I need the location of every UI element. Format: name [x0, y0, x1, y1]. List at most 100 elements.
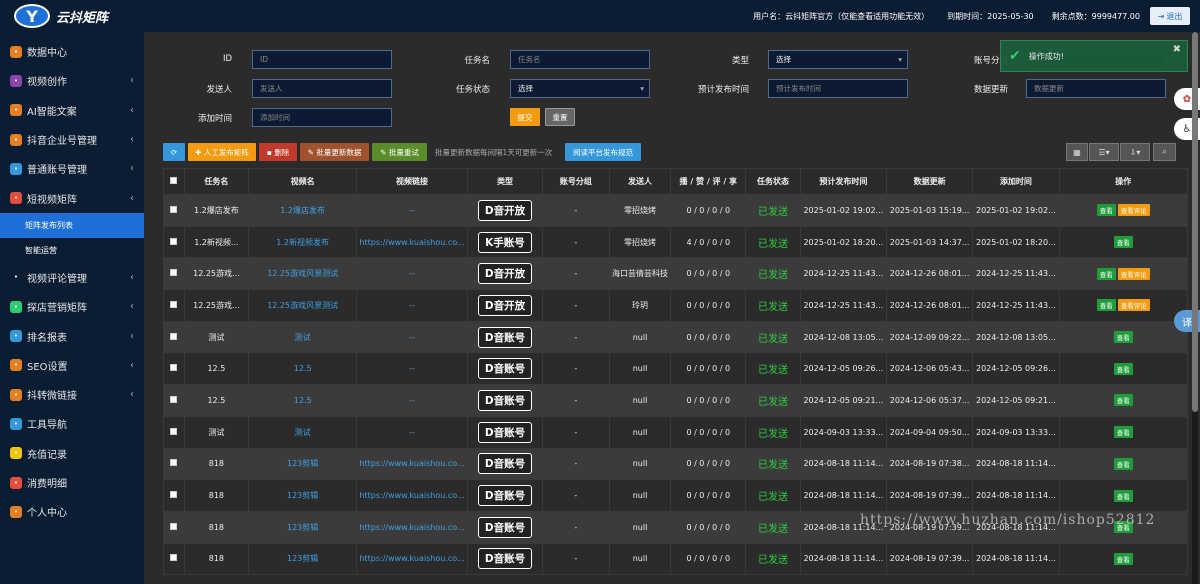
video-name-link[interactable]: 1.2爆店发布: [280, 206, 325, 215]
row-checkbox[interactable]: [170, 459, 178, 467]
video-name-link[interactable]: 测试: [295, 428, 311, 437]
sidebar-item-consume[interactable]: • 消费明细: [0, 468, 144, 497]
view-button[interactable]: 查看: [1113, 331, 1133, 344]
sidebar-item-matrix[interactable]: • 短视频矩阵 ‹: [0, 183, 144, 212]
page-scrollbar[interactable]: [1192, 32, 1198, 584]
sidebar-item-ai[interactable]: • AI智能文案 ‹: [0, 96, 144, 125]
sidebar-item-dashboard[interactable]: • 数据中心: [0, 37, 144, 66]
export-button[interactable]: ⇩▾: [1120, 143, 1150, 161]
video-link[interactable]: --: [409, 269, 415, 278]
row-checkbox[interactable]: [170, 332, 178, 340]
video-link[interactable]: https://www.kuaishou.co...: [359, 459, 464, 468]
sidebar-item-recharge[interactable]: • 充值记录: [0, 439, 144, 468]
sidebar-item-report[interactable]: • 排名报表 ‹: [0, 321, 144, 350]
video-link[interactable]: https://www.kuaishou.co...: [359, 238, 464, 247]
table-row[interactable]: 818 123剪辑 https://www.kuaishou.co... D音账号 - n…: [163, 542, 1188, 576]
row-checkbox[interactable]: [170, 491, 178, 499]
table-row[interactable]: 12.5 12.5 -- D音账号 - null 0 / 0 / 0 / 0 已发送 2024-…: [163, 352, 1188, 386]
video-link[interactable]: --: [409, 396, 415, 405]
sidebar-item-seo[interactable]: • SEO设置 ‹: [0, 351, 144, 380]
row-checkbox[interactable]: [170, 554, 178, 562]
table-row[interactable]: 818 123剪辑 https://www.kuaishou.co... D音账号 - n…: [163, 479, 1188, 512]
sidebar-subitem[interactable]: 智能运营: [0, 238, 144, 263]
row-checkbox[interactable]: [170, 205, 178, 213]
row-checkbox[interactable]: [170, 395, 178, 403]
view-comments-button[interactable]: 查看评论: [1117, 267, 1150, 280]
plan-time-input[interactable]: 预计发布时间: [768, 79, 908, 98]
data-update-input[interactable]: 数据更新: [1026, 79, 1166, 98]
row-checkbox[interactable]: [170, 427, 178, 435]
sidebar-item-comment[interactable]: • 视频评论管理 ‹: [0, 263, 144, 292]
batch-update-button[interactable]: ✎ 批量更新数据: [300, 143, 369, 161]
row-checkbox[interactable]: [170, 300, 178, 308]
checkbox-icon[interactable]: [170, 177, 178, 184]
reset-button[interactable]: 重置: [545, 108, 575, 126]
video-name-link[interactable]: 123剪辑: [287, 523, 318, 532]
video-link[interactable]: https://www.kuaishou.co...: [359, 523, 464, 532]
video-link[interactable]: https://www.kuaishou.co...: [359, 554, 464, 563]
view-button[interactable]: 查看: [1096, 299, 1116, 312]
sidebar-item-store[interactable]: • 探店营销矩阵 ‹: [0, 292, 144, 321]
sidebar-item-tool[interactable]: • 工具导航: [0, 409, 144, 438]
select-all-checkbox[interactable]: [163, 168, 185, 195]
task-name-input[interactable]: 任务名: [510, 50, 650, 69]
video-name-link[interactable]: 123剪辑: [287, 554, 318, 563]
sidebar-item-link[interactable]: • 抖转微链接 ‹: [0, 380, 144, 409]
table-row[interactable]: 818 123剪辑 https://www.kuaishou.co... D音账号 - n…: [163, 447, 1188, 481]
columns-button[interactable]: ☰▾: [1089, 143, 1119, 161]
video-name-link[interactable]: 测试: [295, 333, 311, 342]
view-button[interactable]: 查看: [1113, 426, 1133, 439]
video-link[interactable]: --: [409, 428, 415, 437]
sidebar-item-user[interactable]: • 个人中心: [0, 497, 144, 526]
row-checkbox[interactable]: [170, 237, 178, 245]
scrollbar-thumb[interactable]: [1192, 32, 1198, 412]
video-name-link[interactable]: 12.5: [294, 364, 312, 373]
row-checkbox[interactable]: [170, 364, 178, 372]
sidebar-item-account[interactable]: • 普通账号管理 ‹: [0, 154, 144, 183]
submit-button[interactable]: 提交: [510, 108, 540, 126]
brand-logo[interactable]: Y 云抖矩阵: [0, 4, 145, 28]
close-icon[interactable]: ✖: [1173, 44, 1181, 55]
video-link[interactable]: --: [409, 364, 415, 373]
add-time-input[interactable]: 添加时间: [252, 108, 392, 127]
view-button[interactable]: 查看: [1113, 457, 1133, 470]
table-row[interactable]: 测试 测试 -- D音账号 - null 0 / 0 / 0 / 0 已发送 2024-09-0…: [163, 415, 1188, 449]
table-row[interactable]: 12.25游戏... 12.25游戏风景测试 -- D音开放 - 海口芸倩芸科技 0 / 0…: [163, 257, 1188, 291]
sidebar-item-enterprise[interactable]: • 抖音企业号管理 ‹: [0, 125, 144, 154]
type-select[interactable]: 选择: [768, 50, 908, 69]
video-name-link[interactable]: 123剪辑: [287, 491, 318, 500]
table-row[interactable]: 1.2新视频... 1.2新视频发布 https://www.kuaishou.co…: [163, 225, 1188, 259]
video-link[interactable]: --: [409, 206, 415, 215]
row-checkbox[interactable]: [170, 522, 178, 530]
view-comments-button[interactable]: 查看评论: [1117, 299, 1150, 312]
delete-button[interactable]: ▪ 删除: [259, 143, 297, 161]
view-button[interactable]: 查看: [1113, 552, 1133, 565]
sidebar-item-video[interactable]: • 视频创作 ‹: [0, 66, 144, 95]
view-button[interactable]: 查看: [1113, 489, 1133, 502]
manual-publish-button[interactable]: ✚ 人工发布矩阵: [188, 143, 256, 161]
view-comments-button[interactable]: 查看评论: [1117, 204, 1150, 217]
view-button[interactable]: 查看: [1096, 267, 1116, 280]
sender-input[interactable]: 发送人: [252, 79, 392, 98]
video-link[interactable]: --: [409, 301, 415, 310]
table-row[interactable]: 12.5 12.5 -- D音账号 - null 0 / 0 / 0 / 0 已发送 2024-…: [163, 384, 1188, 417]
read-rules-button[interactable]: 阅读平台发布规范: [565, 143, 641, 161]
video-name-link[interactable]: 12.25游戏风景测试: [267, 301, 338, 310]
video-link[interactable]: https://www.kuaishou.co...: [359, 491, 464, 500]
video-name-link[interactable]: 12.5: [294, 396, 312, 405]
table-row[interactable]: 测试 测试 -- D音账号 - null 0 / 0 / 0 / 0 已发送 2024-12-0…: [163, 320, 1188, 354]
video-name-link[interactable]: 1.2新视频发布: [276, 238, 329, 247]
id-input[interactable]: ID: [252, 50, 392, 69]
view-button[interactable]: 查看: [1113, 236, 1133, 249]
row-checkbox[interactable]: [170, 269, 178, 277]
batch-retry-button[interactable]: ✎ 批量重试: [372, 143, 427, 161]
toggle-view-button[interactable]: ▦: [1066, 143, 1088, 161]
logout-button[interactable]: ⇥ 退出: [1150, 7, 1190, 25]
table-row[interactable]: 12.25游戏... 12.25游戏风景测试 -- D音开放 - 玲玥 0 / 0 / 0 …: [163, 289, 1188, 322]
video-name-link[interactable]: 12.25游戏风景测试: [267, 269, 338, 278]
video-name-link[interactable]: 123剪辑: [287, 459, 318, 468]
task-status-select[interactable]: 选择: [510, 79, 650, 98]
view-button[interactable]: 查看: [1113, 394, 1133, 407]
search-button[interactable]: ⌕: [1153, 143, 1176, 161]
table-row[interactable]: 1.2爆店发布 1.2爆店发布 -- D音开放 - 零招烧烤 0 / 0 / 0 / 0 已发…: [163, 194, 1188, 227]
